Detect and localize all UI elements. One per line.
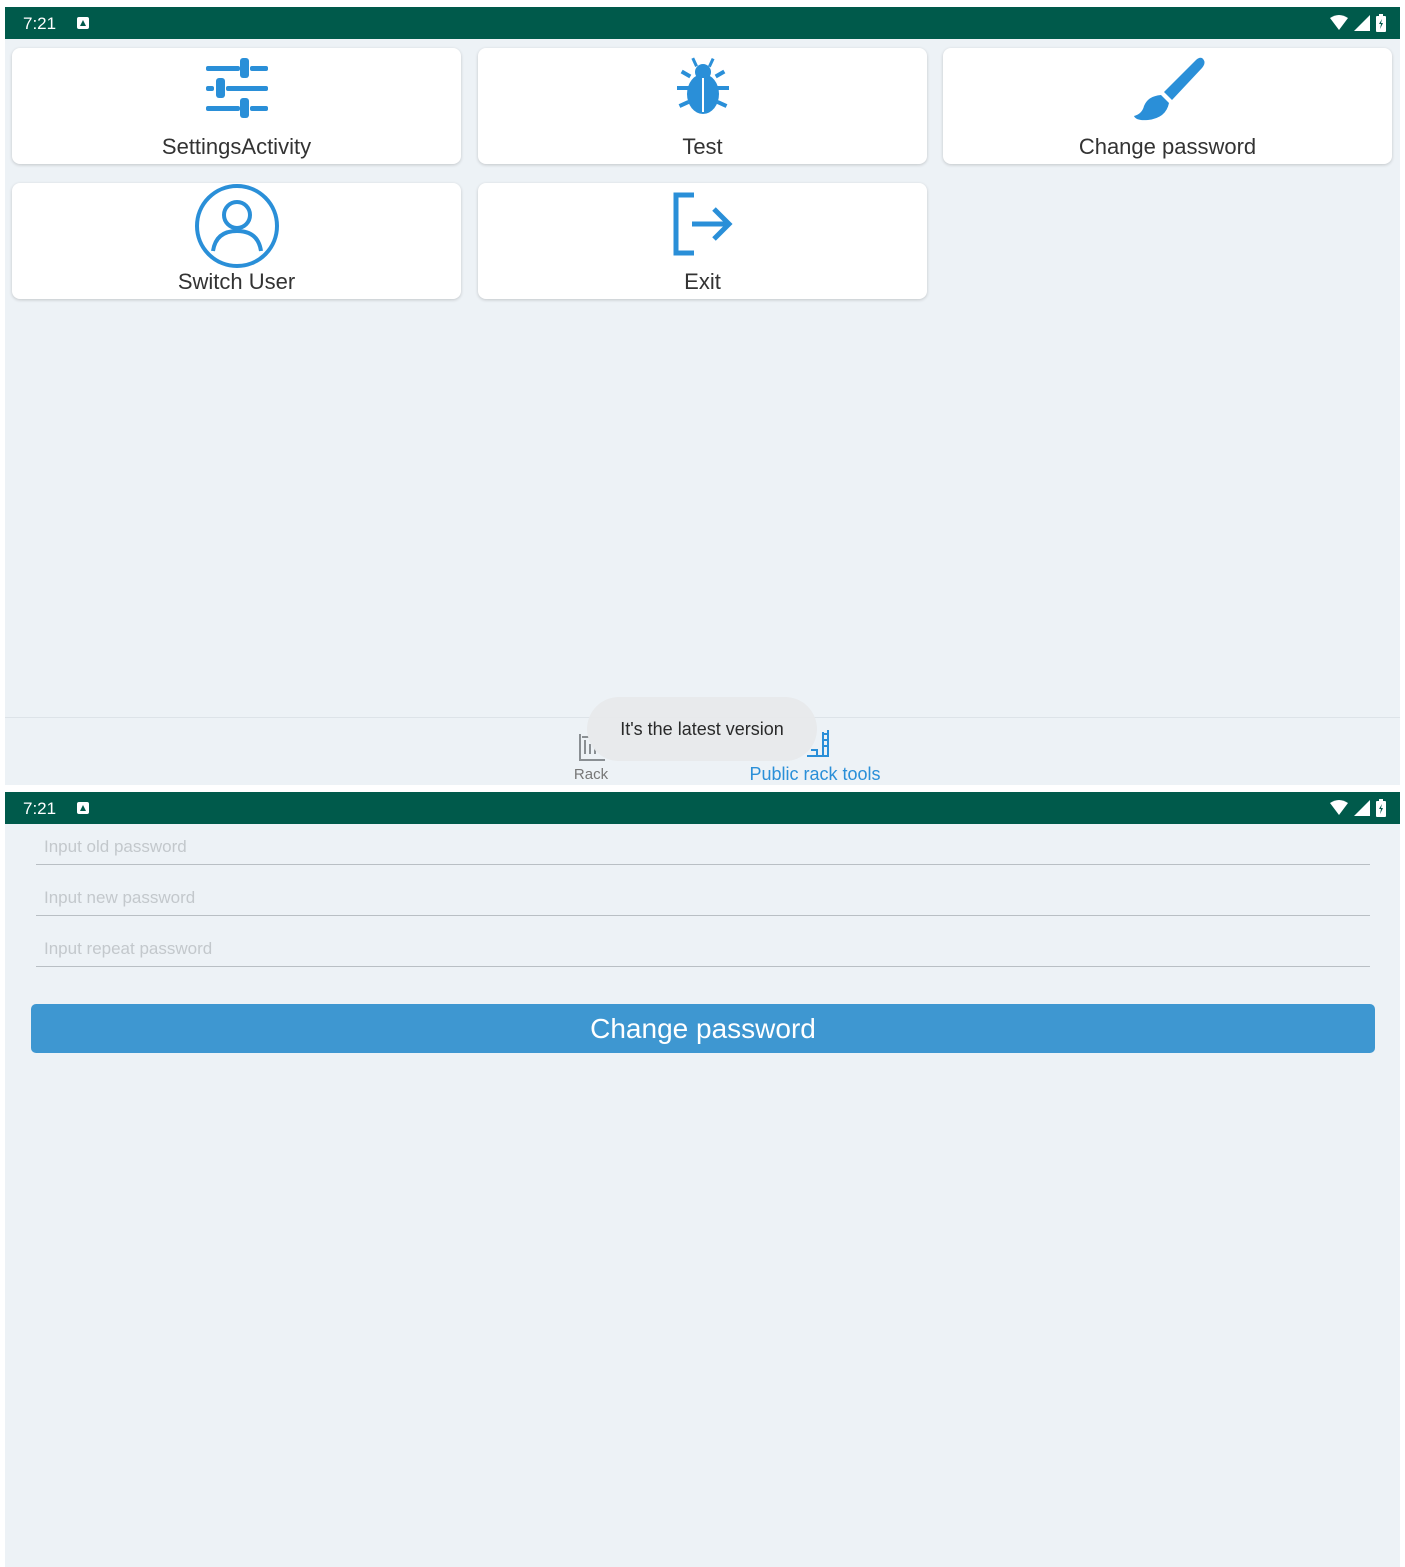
battery-icon	[1376, 14, 1386, 32]
toast-message: It's the latest version	[587, 697, 817, 761]
exit-tile[interactable]: Exit	[478, 183, 927, 299]
repeat-password-input[interactable]	[36, 931, 1370, 967]
test-tile[interactable]: Test	[478, 48, 927, 164]
tile-label: SettingsActivity	[161, 134, 312, 159]
wifi-icon	[1330, 800, 1348, 815]
system-icons	[1330, 14, 1386, 32]
settings-activity-tile[interactable]: SettingsActivity	[12, 48, 461, 164]
system-icons	[1330, 799, 1386, 817]
tile-label: Test	[682, 134, 723, 159]
change-password-tile[interactable]: Change password	[943, 48, 1392, 164]
tile-label: Change password	[1078, 134, 1257, 159]
nav-label-public-rack-tools: Public rack tools	[749, 764, 881, 784]
paintbrush-icon	[1128, 56, 1208, 127]
nav-label-rack: Rack	[573, 766, 609, 783]
user-circle-icon	[194, 183, 280, 274]
menu-screen: 7:21 SettingsActivity Test Change passwo…	[5, 7, 1400, 785]
tile-label: Switch User	[177, 269, 296, 294]
switch-user-tile[interactable]: Switch User	[12, 183, 461, 299]
status-time: 7:21	[23, 799, 57, 818]
change-password-button[interactable]: Change password	[31, 1004, 1375, 1053]
exit-icon	[672, 191, 734, 262]
status-bar: 7:21	[5, 792, 1400, 824]
status-bar: 7:21	[5, 7, 1400, 39]
sliders-icon	[204, 56, 270, 125]
cellular-icon	[1354, 15, 1370, 31]
cellular-icon	[1354, 800, 1370, 816]
status-time: 7:21	[23, 14, 57, 33]
change-password-screen: 7:21 Change password	[5, 792, 1400, 1567]
new-password-input[interactable]	[36, 880, 1370, 916]
notification-a-icon	[77, 17, 89, 29]
old-password-input[interactable]	[36, 829, 1370, 865]
tile-label: Exit	[684, 269, 721, 294]
bug-icon	[675, 56, 731, 125]
battery-icon	[1376, 799, 1386, 817]
wifi-icon	[1330, 15, 1348, 30]
notification-a-icon	[77, 802, 89, 814]
